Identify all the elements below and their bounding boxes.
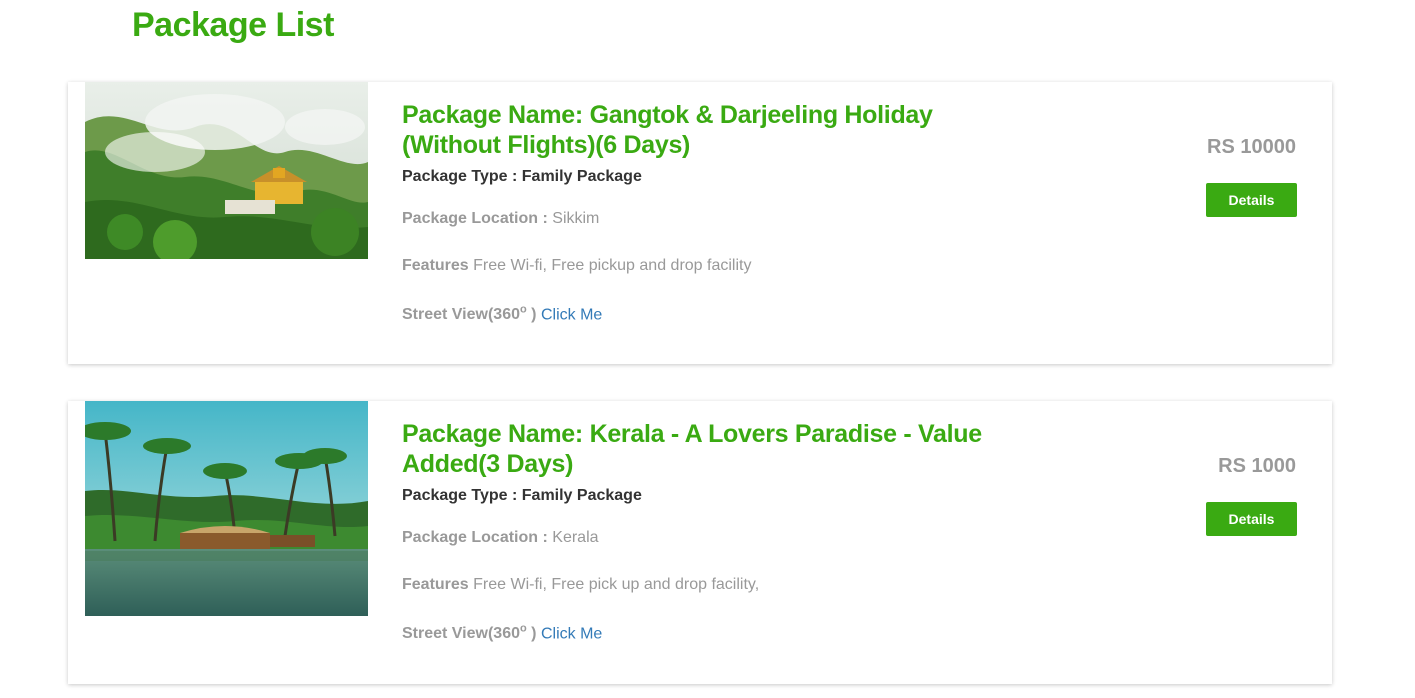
- package-name: Package Name: Kerala - A Lovers Paradise…: [402, 420, 982, 478]
- package-location-label: Package Location :: [402, 529, 553, 546]
- package-type-label: Package Type :: [402, 168, 522, 185]
- street-view-link[interactable]: Click Me: [541, 306, 602, 323]
- package-features-label: Features: [402, 576, 474, 593]
- kerala-backwaters-houseboat-photo: [85, 401, 368, 616]
- package-features: Features Free Wi-fi, Free pickup and dro…: [402, 257, 1012, 275]
- package-price: RS 1000: [1218, 455, 1296, 477]
- package-type-label: Package Type :: [402, 487, 522, 504]
- package-type: Package Type : Family Package: [402, 487, 1012, 505]
- package-location-value: Sikkim: [552, 210, 600, 227]
- package-features-value: Free Wi-fi, Free pickup and drop facilit…: [473, 257, 752, 274]
- street-view: Street View(360o ) Click Me: [402, 304, 1012, 324]
- package-card: Package Name: Kerala - A Lovers Paradise…: [68, 401, 1332, 684]
- package-features-value: Free Wi-fi, Free pick up and drop facili…: [473, 576, 760, 593]
- package-card: Package Name: Gangtok & Darjeeling Holid…: [68, 82, 1332, 364]
- package-type-value: Family Package: [521, 487, 642, 504]
- package-location-label: Package Location :: [402, 210, 553, 227]
- package-features: Features Free Wi-fi, Free pick up and dr…: [402, 576, 1012, 594]
- package-price: RS 10000: [1207, 136, 1296, 158]
- package-name: Package Name: Gangtok & Darjeeling Holid…: [402, 101, 933, 159]
- mountain-monastery-photo: [85, 82, 368, 259]
- package-location-value: Kerala: [552, 529, 599, 546]
- package-image[interactable]: [85, 401, 368, 616]
- details-button[interactable]: Details: [1206, 502, 1297, 536]
- street-view-label: Street View(360o ): [402, 623, 541, 643]
- package-type: Package Type : Family Package: [402, 168, 1012, 186]
- page-title: Package List: [132, 6, 334, 44]
- street-view: Street View(360o ) Click Me: [402, 623, 1012, 643]
- package-image[interactable]: [85, 82, 368, 259]
- package-location: Package Location : Kerala: [402, 529, 1012, 547]
- package-features-label: Features: [402, 257, 474, 274]
- package-location: Package Location : Sikkim: [402, 210, 1012, 228]
- package-type-value: Family Package: [521, 168, 642, 185]
- street-view-link[interactable]: Click Me: [541, 625, 602, 642]
- details-button[interactable]: Details: [1206, 183, 1297, 217]
- street-view-label: Street View(360o ): [402, 304, 541, 324]
